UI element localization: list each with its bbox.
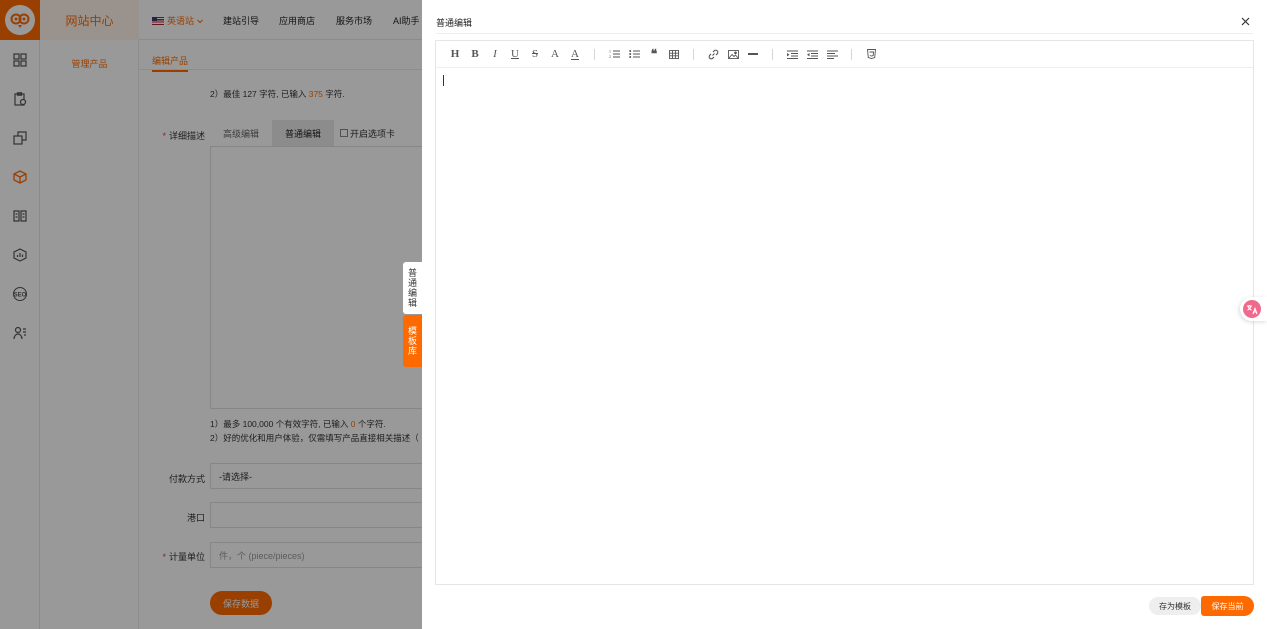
bold-icon[interactable]: B: [465, 44, 485, 64]
side-tab-template-library[interactable]: 模板库: [403, 315, 422, 367]
text-caret: [443, 75, 444, 86]
svg-text:1: 1: [609, 50, 611, 54]
quote-icon[interactable]: ❝: [644, 44, 664, 64]
floating-assistant[interactable]: [1240, 297, 1267, 321]
html-source-icon[interactable]: [861, 44, 881, 64]
italic-icon[interactable]: I: [485, 44, 505, 64]
side-tab-label: 模板库: [408, 326, 418, 356]
svg-text:2: 2: [609, 55, 611, 59]
horizontal-rule-icon[interactable]: [743, 44, 763, 64]
drawer-title: 普通编辑: [436, 18, 473, 28]
side-tab-label: 普通编辑: [408, 268, 418, 308]
toolbar-separator: [851, 48, 852, 60]
outdent-icon[interactable]: [802, 44, 822, 64]
strikethrough-icon[interactable]: S: [525, 44, 545, 64]
indent-icon[interactable]: [782, 44, 802, 64]
side-tab-normal-editor[interactable]: 普通编辑: [403, 262, 422, 314]
background-color-icon[interactable]: A: [565, 44, 585, 64]
align-icon[interactable]: [822, 44, 842, 64]
toolbar-separator: [693, 48, 694, 60]
editor-toolbar: H B I U S A A 12 ❝: [436, 41, 1253, 68]
rich-text-editor: H B I U S A A 12 ❝: [435, 40, 1254, 585]
editor-drawer: 普通编辑 H B I U S A A 12 ❝ 存为模板 保存当前: [422, 0, 1267, 629]
link-icon[interactable]: [703, 44, 723, 64]
table-icon[interactable]: [664, 44, 684, 64]
heading-icon[interactable]: H: [445, 44, 465, 64]
modal-mask[interactable]: [0, 0, 422, 629]
save-current-button[interactable]: 保存当前: [1201, 596, 1254, 616]
drawer-divider: [436, 33, 1253, 34]
toolbar-separator: [772, 48, 773, 60]
close-icon[interactable]: [1238, 14, 1252, 28]
underline-icon[interactable]: U: [505, 44, 525, 64]
ordered-list-icon[interactable]: 12: [604, 44, 624, 64]
translate-assistant-icon: [1243, 300, 1261, 318]
font-color-icon[interactable]: A: [545, 44, 565, 64]
save-as-template-button[interactable]: 存为模板: [1149, 597, 1201, 615]
toolbar-separator: [594, 48, 595, 60]
image-icon[interactable]: [723, 44, 743, 64]
bullet-list-icon[interactable]: [624, 44, 644, 64]
